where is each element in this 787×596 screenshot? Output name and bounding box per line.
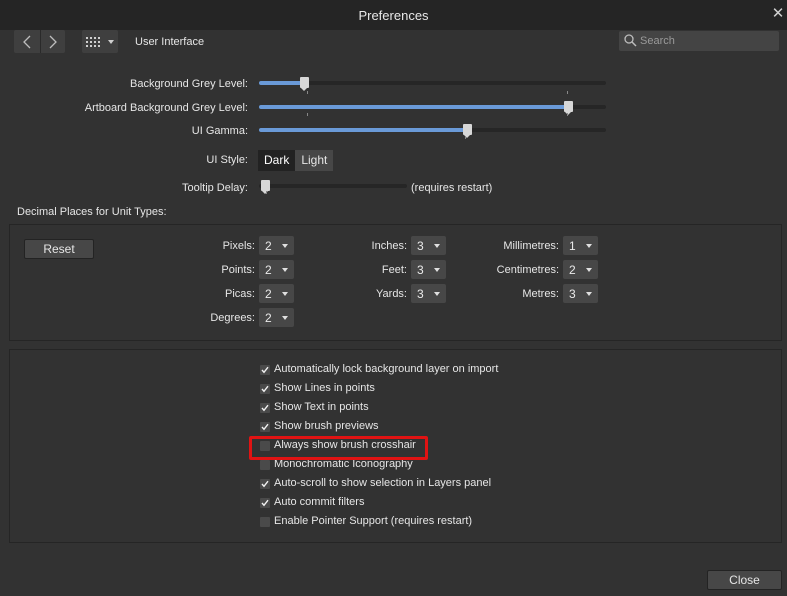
slider-thumb[interactable] [300, 77, 309, 91]
ui-style-label: UI Style: [206, 154, 248, 166]
tooltip-delay-label: Tooltip Delay: [181, 182, 248, 194]
search-icon [624, 34, 637, 47]
search-input[interactable] [640, 31, 775, 51]
option-checkbox[interactable] [260, 422, 270, 432]
degrees-dropdown[interactable]: 2 [259, 308, 294, 327]
picas-label: Picas: [225, 288, 255, 300]
option-checkbox[interactable] [260, 498, 270, 508]
forward-button[interactable] [40, 30, 65, 53]
picas-dropdown[interactable]: 2 [259, 284, 294, 303]
option-checkbox[interactable] [260, 384, 270, 394]
option-checkbox[interactable] [260, 479, 270, 489]
chevron-down-icon [282, 244, 288, 248]
chevron-right-icon [49, 35, 57, 48]
section-title: User Interface [135, 36, 205, 48]
yards-label: Yards: [376, 288, 407, 300]
back-button[interactable] [14, 30, 39, 53]
tooltip-delay-slider[interactable] [259, 180, 407, 194]
chevron-down-icon [586, 244, 592, 248]
slider-tick [266, 191, 267, 194]
background-grey-label: Background Grey Level: [129, 78, 248, 90]
chevron-down-icon [434, 292, 440, 296]
centimetres-label: Centimetres: [496, 264, 559, 276]
ui-gamma-label: UI Gamma: [191, 125, 248, 137]
slider-thumb[interactable] [463, 124, 472, 138]
option-label: Show Lines in points [274, 382, 375, 394]
slider-tick [465, 136, 466, 139]
option-label: Show Text in points [274, 401, 369, 413]
sections-menu-button[interactable] [82, 30, 118, 53]
metres-dropdown[interactable]: 3 [563, 284, 598, 303]
checkmark-icon [261, 480, 269, 488]
option-label: Show brush previews [274, 420, 379, 432]
millimetres-label: Millimetres: [503, 240, 559, 252]
slider-tick [567, 91, 568, 94]
checkmark-icon [261, 423, 269, 431]
pixels-label: Pixels: [222, 240, 255, 252]
chevron-down-icon [434, 268, 440, 272]
option-label: Auto-scroll to show selection in Layers … [274, 477, 492, 489]
ui-gamma-slider[interactable] [259, 124, 606, 138]
degrees-label: Degrees: [210, 312, 255, 324]
option-checkbox[interactable] [260, 460, 270, 470]
chevron-down-icon [586, 268, 592, 272]
tooltip-restart-note: (requires restart) [411, 182, 493, 194]
artboard-grey-label: Artboard Background Grey Level: [84, 102, 248, 114]
ui-style-dark-option[interactable]: Dark [258, 150, 296, 171]
feet-label: Feet: [381, 264, 407, 276]
option-checkbox[interactable] [260, 403, 270, 413]
checkmark-icon [261, 366, 269, 374]
ui-style-toggle: Dark Light [258, 150, 334, 171]
units-heading: Decimal Places for Unit Types: [17, 206, 167, 218]
slider-tick [567, 113, 568, 116]
yards-dropdown[interactable]: 3 [411, 284, 446, 303]
close-icon[interactable]: ✕ [771, 5, 785, 23]
close-button[interactable]: Close [707, 570, 782, 590]
option-label: Auto commit filters [274, 496, 365, 508]
points-label: Points: [221, 264, 255, 276]
chevron-down-icon [282, 316, 288, 320]
highlight-box [249, 436, 428, 460]
slider-tick [307, 113, 308, 116]
slider-thumb[interactable] [261, 180, 270, 194]
pixels-dropdown[interactable]: 2 [259, 236, 294, 255]
inches-dropdown[interactable]: 3 [411, 236, 446, 255]
slider-tick [307, 91, 308, 94]
background-grey-slider[interactable] [259, 77, 606, 91]
chevron-down-icon [282, 268, 288, 272]
nav-buttons [14, 30, 65, 53]
artboard-grey-slider[interactable] [259, 101, 606, 115]
millimetres-dropdown[interactable]: 1 [563, 236, 598, 255]
inches-label: Inches: [371, 240, 407, 252]
slider-thumb[interactable] [564, 101, 573, 115]
toolbar: User Interface [0, 30, 787, 56]
checkmark-icon [261, 499, 269, 507]
ui-style-light-option[interactable]: Light [295, 150, 334, 171]
feet-dropdown[interactable]: 3 [411, 260, 446, 279]
chevron-down-icon [434, 244, 440, 248]
option-label: Enable Pointer Support (requires restart… [274, 515, 473, 527]
centimetres-dropdown[interactable]: 2 [563, 260, 598, 279]
chevron-down-icon [586, 292, 592, 296]
chevron-down-icon [282, 292, 288, 296]
reset-button[interactable]: Reset [24, 239, 94, 259]
option-checkbox[interactable] [260, 365, 270, 375]
chevron-down-icon [108, 39, 114, 44]
option-checkbox[interactable] [260, 517, 270, 527]
checkmark-icon [261, 385, 269, 393]
chevron-left-icon [22, 35, 30, 48]
title-bar: Preferences ✕ [0, 0, 787, 30]
points-dropdown[interactable]: 2 [259, 260, 294, 279]
grid-icon [86, 35, 102, 49]
option-label: Automatically lock background layer on i… [274, 363, 499, 375]
checkmark-icon [261, 404, 269, 412]
window-title: Preferences [358, 8, 429, 23]
metres-label: Metres: [522, 288, 559, 300]
search-box[interactable] [619, 31, 779, 51]
